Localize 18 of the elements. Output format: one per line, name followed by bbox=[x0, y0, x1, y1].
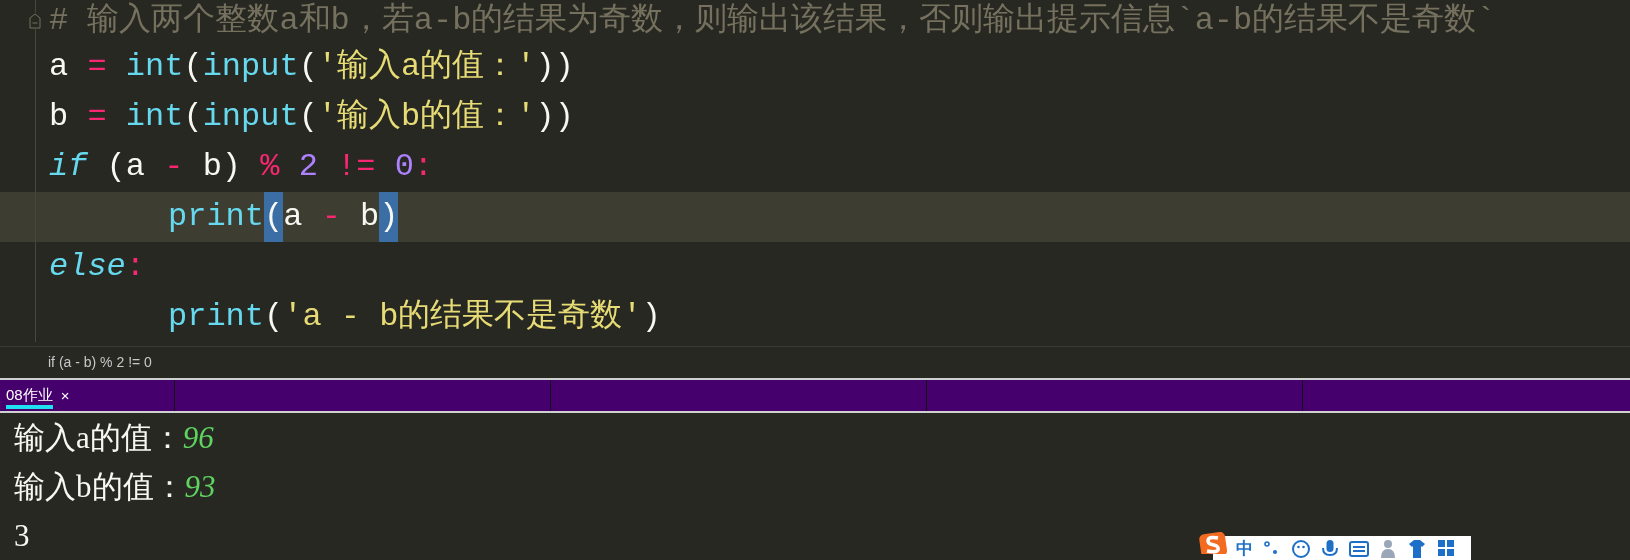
code-line: else: bbox=[48, 247, 145, 287]
code-line: if (a - b) % 2 != 0: bbox=[48, 147, 434, 187]
code-line: b = int(input('输入b的值：')) bbox=[48, 97, 574, 137]
code-editor[interactable]: # 输入两个整数a和b，若a-b的结果为奇数，则输出该结果，否则输出提示信息`a-b的结果不是奇数` a = int(input('输入a的值：')) b = int(input('输入b的值：')) if (a - b) % 2 != 0: print(a - b) else: print('a - b的结果不是奇数') bbox=[0, 0, 1630, 347]
code-line: # 输入两个整数a和b，若a-b的结果为奇数，则输出该结果，否则输出提示信息`a-b的结果不是奇数` bbox=[48, 1, 1496, 41]
keyboard-icon[interactable] bbox=[1349, 538, 1369, 560]
output-line: 输入a的值：96 bbox=[14, 419, 214, 457]
smiley-icon[interactable] bbox=[1291, 538, 1311, 560]
output-line: 3 bbox=[14, 517, 30, 555]
code-line: print('a - b的结果不是奇数') bbox=[167, 297, 661, 337]
output-line: 输入b的值：93 bbox=[14, 468, 216, 506]
code-line: a = int(input('输入a的值：')) bbox=[48, 47, 574, 87]
status-text: if (a - b) % 2 != 0 bbox=[0, 346, 1630, 378]
panel-tab[interactable]: 08作业 × bbox=[0, 379, 175, 411]
shirt-icon[interactable] bbox=[1407, 538, 1427, 560]
close-icon[interactable]: × bbox=[60, 386, 70, 404]
code-line: print(a - b) bbox=[36, 192, 399, 242]
input-mode-toggle[interactable]: 中 bbox=[1236, 538, 1253, 558]
